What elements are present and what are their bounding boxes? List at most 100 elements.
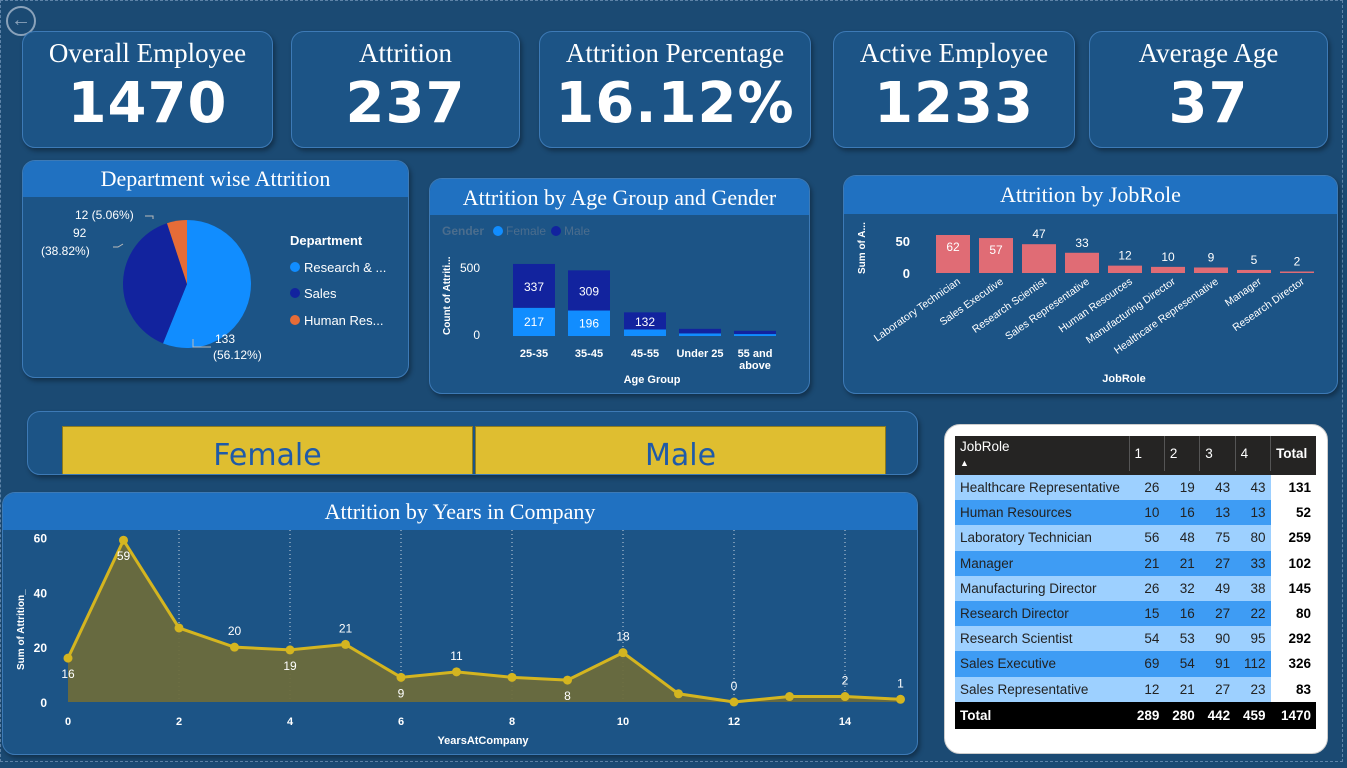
bar-jobrole [1151,266,1185,273]
cell-total: 102 [1270,550,1316,576]
cell-value: 43 [1199,475,1236,501]
header-jobrole[interactable]: JobRole ▲ [955,436,1130,471]
kpi-value: 237 [345,71,466,136]
age-gender-chart[interactable]: Attrition by Age Group and Gender Gender… [429,178,810,394]
header-4[interactable]: 4 [1235,436,1272,471]
legend-title: Gender [442,224,484,238]
cell-total: 326 [1270,651,1316,677]
table-row[interactable]: Manager 21 21 27 33 102 [955,550,1316,576]
slicer-male-button[interactable]: Male [475,426,886,474]
cell-value: 43 [1235,475,1271,501]
cell-value: 16 [1164,500,1200,526]
header-2[interactable]: 2 [1164,436,1201,471]
data-label: 8 [564,689,571,703]
years-company-chart[interactable]: Attrition by Years in Company Sum of Att… [2,492,918,755]
header-total[interactable]: Total [1270,436,1316,471]
data-label: 57 [989,243,1003,257]
table-row[interactable]: Research Director 15 16 27 22 80 [955,600,1316,627]
x-tick-label: 55 and [738,348,773,360]
data-label: 20 [228,624,242,638]
table-row[interactable]: Sales Representative 12 21 27 23 83 [955,676,1316,702]
kpi-value: 1470 [67,71,228,136]
bar-female [734,334,776,336]
table-row[interactable]: Human Resources 10 16 13 13 52 [955,500,1316,526]
data-label: 0 [731,679,738,693]
cell-value: 56 [1129,525,1165,551]
cell-value: 27 [1199,550,1236,576]
area-fill [68,540,901,702]
data-point [785,692,794,702]
kpi-value: 16.12% [555,71,795,136]
cell-value: 21 [1129,550,1165,576]
y-tick: 50 [896,234,910,249]
cell-value: 27 [1199,600,1236,627]
x-tick-label: 6 [398,716,404,728]
cell-total-value: 1470 [1270,701,1316,729]
kpi-value: 37 [1168,71,1249,136]
cell-jobrole: Manufacturing Director [955,575,1129,601]
x-axis-label: JobRole [1102,373,1145,385]
jobrole-matrix: JobRole ▲ 1 2 3 4 Total Healthcare Repres… [944,424,1328,754]
y-axis-label: Sum of A... [857,222,868,274]
header-3[interactable]: 3 [1199,436,1236,471]
legend-female[interactable]: Female [506,224,546,238]
y-tick-label: 0 [40,696,47,710]
x-tick-label: 4 [287,716,294,728]
x-tick-label: Human Resources [1057,276,1135,336]
slicer-female-button[interactable]: Female [62,426,473,474]
data-point [563,675,572,685]
department-attrition-chart[interactable]: Department wise Attrition 12 (5.06%) 92 … [22,160,409,378]
cell-total: 52 [1270,500,1316,526]
bar-jobrole [1280,271,1314,273]
data-label: 2 [842,674,849,688]
chart-title: Attrition by Years in Company [3,493,917,530]
cell-value: 10 [1129,500,1165,526]
y-tick-label: 60 [34,531,48,545]
x-tick-label: 10 [617,716,629,728]
data-label: 19 [283,659,297,673]
chart-title: Attrition by Age Group and Gender [430,179,809,215]
cell-total-value: 289 [1129,701,1165,729]
bar-jobrole [1022,244,1056,273]
bar-jobrole [1194,267,1228,273]
data-point [174,623,184,633]
data-label-male: 309 [579,284,599,298]
cell-value: 54 [1129,626,1165,652]
data-point [63,653,73,663]
data-label: 9 [398,686,405,700]
cell-total-value: 459 [1235,701,1271,729]
cell-value: 54 [1164,651,1200,677]
legend-rd[interactable]: Research & ... [304,260,386,275]
data-point [230,642,239,652]
x-tick-label: 35-45 [575,348,603,360]
jobrole-chart[interactable]: Attrition by JobRole Sum of A... 50 0 62… [843,175,1338,394]
table-row[interactable]: Manufacturing Director 26 32 49 38 145 [955,575,1316,601]
y-axis-label: Count of Attriti... [442,256,453,335]
data-label: 5 [1251,253,1258,267]
pie-label-rd-value: 133 [215,332,235,346]
table-row[interactable]: Sales Executive 69 54 91 112 326 [955,651,1316,677]
data-label: 62 [946,240,960,254]
header-1[interactable]: 1 [1129,436,1165,471]
x-tick-label: Under 25 [676,348,723,360]
legend-sales[interactable]: Sales [304,286,337,301]
table-row[interactable]: Research Scientist 54 53 90 95 292 [955,626,1316,652]
legend-dot-hr [290,315,300,325]
x-tick-label: Research Director [1231,275,1308,334]
cell-value: 48 [1164,525,1200,551]
bar-jobrole [1065,252,1099,273]
cell-value: 38 [1235,575,1271,601]
cell-value: 32 [1164,575,1200,601]
data-label: 33 [1075,236,1089,250]
legend-hr[interactable]: Human Res... [304,313,383,328]
legend-male[interactable]: Male [564,224,590,238]
data-label: 59 [117,549,131,563]
data-label-male: 132 [635,315,655,329]
cell-value: 16 [1164,600,1200,627]
cell-value: 19 [1164,475,1200,501]
y-tick-label: 40 [34,586,48,600]
table-row[interactable]: Healthcare Representative 26 19 43 43 131 [955,475,1316,501]
table-row[interactable]: Laboratory Technician 56 48 75 80 259 [955,525,1316,551]
legend-dot-male [551,226,561,236]
data-label: 9 [1208,250,1215,264]
